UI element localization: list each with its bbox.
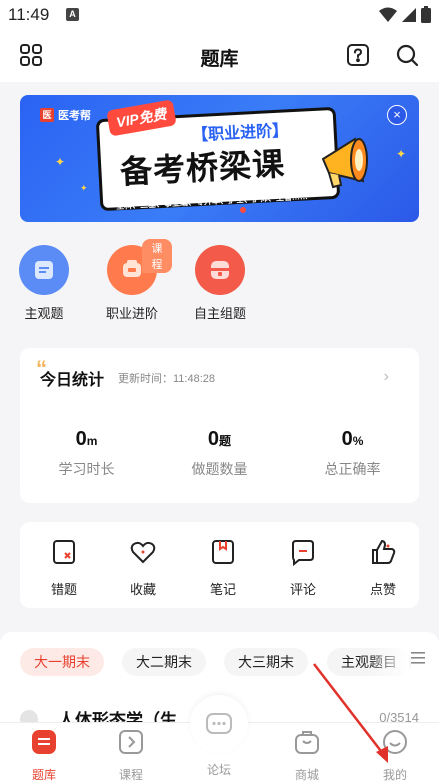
page-title: 题库 xyxy=(200,49,239,70)
tool-label: 点赞 xyxy=(369,582,396,597)
stat-unit: m xyxy=(86,434,98,448)
help-icon[interactable] xyxy=(345,42,371,68)
filter-chip-sophomore[interactable]: 大二期末 xyxy=(122,648,206,676)
quick-action-custom-set[interactable]: 自主组题 xyxy=(180,245,260,322)
quick-action-label: 主观题 xyxy=(24,306,64,321)
filter-chip-freshman[interactable]: 大一期末 xyxy=(20,648,104,676)
tools-card: 错题 收藏 笔记 评论 点赞 xyxy=(20,522,419,608)
search-icon[interactable] xyxy=(394,42,420,68)
shopping-bag-icon xyxy=(295,731,319,754)
stats-updated-time: 更新时间：11:48:28 xyxy=(118,373,216,385)
filter-bar: 大一期末 大二期末 大三期末 主观题目 xyxy=(0,632,439,692)
tab-label: 商城 xyxy=(294,768,319,782)
battery-icon xyxy=(421,6,431,23)
subjective-question-icon xyxy=(19,245,69,295)
sparkle-icon: ✦ xyxy=(396,147,407,161)
tab-icon-spacer xyxy=(206,729,232,755)
custom-set-icon xyxy=(195,245,245,295)
stat-study-time: 0m 学习时长 xyxy=(20,428,153,479)
notification-a-icon: A xyxy=(66,8,79,21)
quick-action-label: 自主组题 xyxy=(193,306,246,321)
question-bank-icon xyxy=(32,730,56,754)
stat-label: 做题数量 xyxy=(191,461,248,477)
bottom-tab-bar: 题库 课程 论坛 商城 我的 xyxy=(0,695,439,782)
tool-likes[interactable]: 点赞 xyxy=(353,538,413,598)
tool-wrong-questions[interactable]: 错题 xyxy=(34,538,94,598)
stat-value-row: 0m xyxy=(20,428,153,451)
status-icons xyxy=(379,6,431,23)
banner-logo-text: 医考帮 xyxy=(58,110,91,122)
signal-icon xyxy=(402,7,416,22)
tool-label: 收藏 xyxy=(129,582,156,597)
course-play-icon xyxy=(119,730,143,754)
note-icon xyxy=(212,540,234,564)
sparkle-icon: ✦ xyxy=(55,155,66,169)
tab-label: 题库 xyxy=(31,768,56,782)
quick-action-career[interactable]: 课程 职业进阶 xyxy=(92,239,172,322)
tool-notes[interactable]: 笔记 xyxy=(193,538,253,598)
chevron-right-icon[interactable]: › xyxy=(384,368,389,386)
wifi-icon xyxy=(379,7,397,22)
tool-label: 评论 xyxy=(289,582,316,597)
profile-smile-icon xyxy=(383,730,407,754)
tool-comments[interactable]: 评论 xyxy=(273,538,333,598)
status-time: 11:49 xyxy=(8,5,50,24)
stat-question-count: 0题 做题数量 xyxy=(153,428,286,479)
tab-forum[interactable]: 论坛 xyxy=(189,729,249,778)
header: 题库 xyxy=(0,30,439,82)
tab-label: 我的 xyxy=(382,768,407,782)
heart-icon xyxy=(130,541,156,564)
sparkle-icon: ✦ xyxy=(80,183,88,193)
stat-label: 学习时长 xyxy=(58,461,115,477)
tab-courses[interactable]: 课程 xyxy=(101,729,161,782)
tool-label: 笔记 xyxy=(209,582,236,597)
stats-title: 今日统计 xyxy=(40,372,105,389)
tab-label: 论坛 xyxy=(206,763,231,777)
banner-logo: 医 医考帮 xyxy=(40,107,91,123)
thumbs-up-icon xyxy=(372,539,396,564)
filter-menu-icon[interactable] xyxy=(411,652,425,664)
tool-favorites[interactable]: 收藏 xyxy=(113,538,173,598)
quick-action-label: 职业进阶 xyxy=(105,306,158,321)
stat-unit: % xyxy=(352,434,364,448)
stat-accuracy: 0% 总正确率 xyxy=(286,428,419,479)
comment-icon xyxy=(292,540,314,567)
filter-chip-junior[interactable]: 大三期末 xyxy=(224,648,308,676)
today-stats-card[interactable]: “ 今日统计 更新时间：11:48:28 › 0m 学习时长 0题 做题数量 0… xyxy=(20,348,419,503)
status-bar: 11:49 A xyxy=(0,0,439,30)
tab-mine[interactable]: 我的 xyxy=(365,729,425,782)
course-badge: 课程 xyxy=(142,239,172,273)
stat-value-row: 0题 xyxy=(153,428,286,451)
tab-mall[interactable]: 商城 xyxy=(277,729,337,782)
promo-banner[interactable]: 医 医考帮 ✦ ✦ ✦ VIP免费 【职业进阶】 备考桥梁课 全科、三基、事业编… xyxy=(20,95,419,222)
carousel-indicator xyxy=(240,207,246,213)
stat-value: 0 xyxy=(341,428,353,450)
banner-close-button[interactable]: × xyxy=(387,105,407,125)
stat-unit: 题 xyxy=(219,434,232,448)
wrong-question-icon xyxy=(53,540,75,564)
megaphone-icon xyxy=(321,137,368,189)
tab-label: 课程 xyxy=(118,768,143,782)
stat-value-row: 0% xyxy=(286,428,419,451)
tool-label: 错题 xyxy=(50,582,77,597)
chip-fade xyxy=(369,644,409,680)
stat-label: 总正确率 xyxy=(324,461,381,477)
logo-mark-icon: 医 xyxy=(40,108,54,122)
stat-value: 0 xyxy=(207,428,220,450)
banner-headline: 备考桥梁课 xyxy=(119,145,286,191)
stat-value: 0 xyxy=(75,428,87,450)
quick-action-subjective[interactable]: 主观题 xyxy=(4,245,84,322)
tab-question-bank[interactable]: 题库 xyxy=(14,729,74,782)
